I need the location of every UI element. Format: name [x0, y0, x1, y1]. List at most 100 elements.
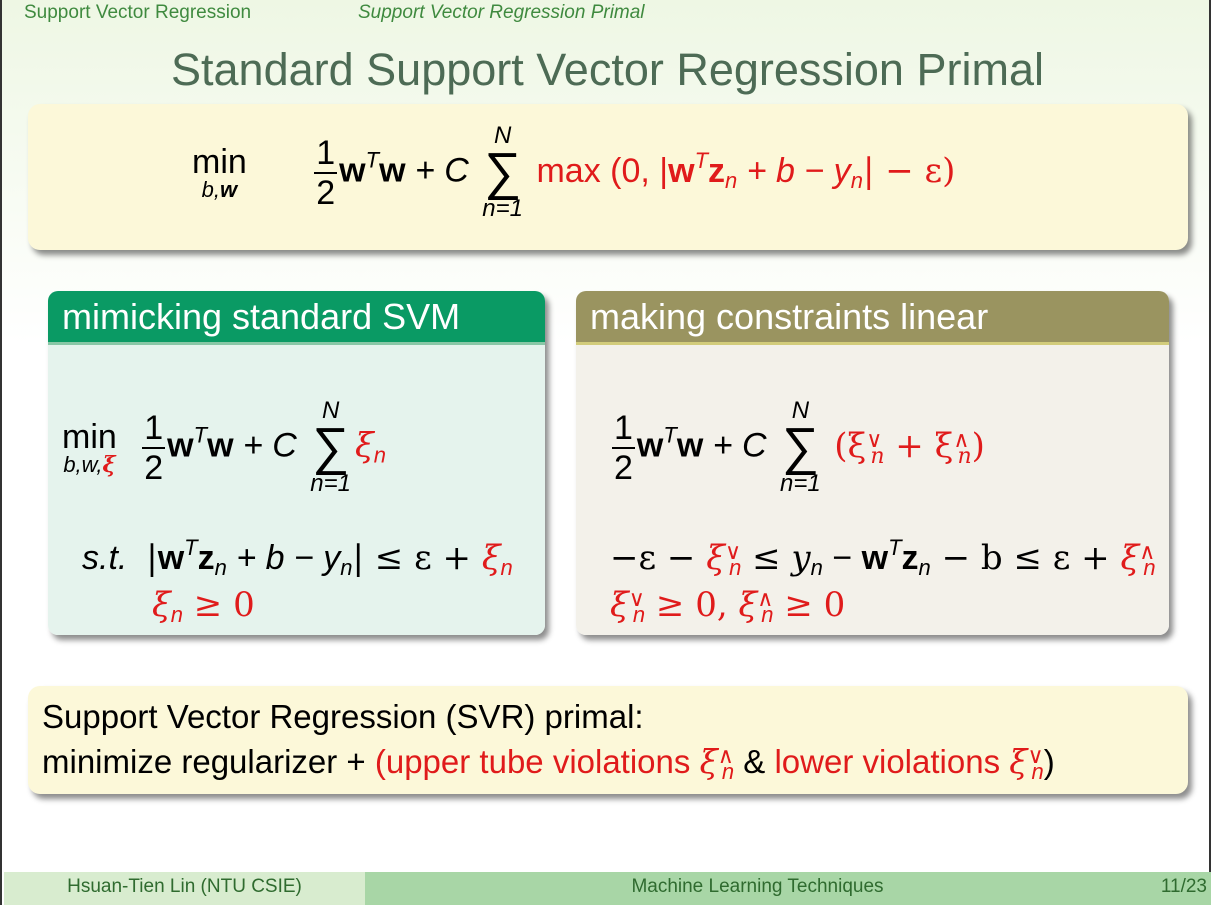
left-constraint-1: s.t. |wTzn + b − yn| ≤ ε + ξn	[82, 535, 513, 581]
left-half-num: 1	[142, 408, 166, 449]
left-c1-xin: n	[500, 555, 513, 580]
right-sum-sign: ∑	[781, 418, 819, 476]
right-sum-bottom: n=1	[780, 470, 821, 498]
right-obj-term: (ξ∨n + ξ∧n)	[834, 425, 985, 469]
left-sum-bottom: n=1	[310, 470, 352, 498]
left-min-sub: b,w,	[63, 451, 103, 477]
right-c2-n1: n	[632, 602, 646, 627]
left-constraint-2: ξn ≥ 0	[152, 585, 255, 628]
max-transpose: T	[694, 147, 709, 173]
right-block-body: 1 2 wTw + C N ∑ n=1 (ξ∨n + ξ∧n) −ε − ξ∨n ≤ y…	[576, 345, 1169, 635]
right-c1c: −	[822, 539, 862, 577]
left-half-den: 2	[144, 448, 164, 487]
max-term: max (0, |wTzn + b − yn| − ε)	[536, 148, 956, 193]
right-c2a: ≥ 0,	[645, 585, 739, 625]
left-xi-n: n	[373, 442, 386, 468]
right-c2-xi1: ξ	[610, 585, 629, 625]
right-objective: 1 2 wTw + C N ∑ n=1 (ξ∨n + ξ∧n)	[610, 399, 985, 496]
nav-section[interactable]: Support Vector Regression	[24, 2, 251, 23]
footer: Hsuan-Tien Lin (NTU CSIE) Machine Learni…	[2, 872, 1211, 905]
summary-2b: (upper tube violations	[374, 743, 700, 780]
summary-box: Support Vector Regression (SVR) primal: …	[28, 686, 1188, 794]
right-w: w	[636, 426, 664, 465]
right-c1-zn: n	[918, 555, 931, 580]
left-c1-n: n	[214, 555, 227, 580]
obj-c: )	[971, 425, 985, 466]
left-w: w	[167, 426, 194, 465]
left-c1-yn: n	[340, 555, 353, 580]
plus-c: + C	[405, 151, 469, 190]
right-half-den: 2	[614, 448, 633, 487]
transpose: T	[365, 147, 380, 173]
right-c1d: − b ≤ ε +	[930, 538, 1121, 578]
right-constraint-2: ξ∨n ≥ 0, ξ∧n ≥ 0	[610, 585, 845, 628]
left-c2-n: n	[170, 602, 183, 627]
max-yn: n	[850, 167, 863, 193]
left-plus-c: + C	[233, 426, 297, 465]
obj-a: (ξ	[834, 425, 867, 466]
right-c2b: ≥ 0	[773, 585, 846, 625]
left-c1-xi: ξ	[481, 538, 501, 578]
right-plus-c: + C	[703, 426, 767, 465]
right-c1-xi2: ξ	[1120, 538, 1140, 578]
right-c1-z: z	[901, 539, 919, 577]
left-block-title: mimicking standard SVM	[48, 291, 545, 345]
right-c1-n1: n	[729, 555, 742, 580]
left-c1c: | ≤ ε +	[352, 538, 482, 578]
max-w: w	[668, 151, 695, 190]
breadcrumb: Support Vector Regression Support Vector…	[24, 2, 645, 24]
main-formula-box: min b,w 1 2 wTw + C N ∑ n=1 max (0, |wTzn + …	[28, 104, 1188, 250]
min-sub: b,	[201, 176, 221, 202]
left-c1-w: w	[157, 539, 185, 577]
summary-line-2: minimize regularizer + (upper tube viola…	[42, 742, 1055, 785]
left-min-xi: ξ	[102, 451, 116, 478]
st-label: s.t.	[82, 539, 128, 577]
half-num: 1	[314, 133, 338, 174]
max-n: n	[725, 167, 738, 193]
footer-author: Hsuan-Tien Lin (NTU CSIE)	[4, 872, 365, 905]
max-body-a: (0, |	[610, 151, 669, 190]
right-t: T	[663, 422, 677, 448]
half-den: 2	[316, 173, 336, 212]
summary-n1: n	[721, 759, 735, 784]
footer-page-number: 11/23	[1150, 872, 1211, 905]
left-objective: min b,w,ξ 1 2 wTw + C N ∑ n=1 ξn	[62, 399, 386, 496]
right-c1-yn: n	[810, 555, 823, 580]
right-c1a: −ε −	[610, 538, 707, 578]
obj-b: + ξ	[884, 425, 954, 466]
right-c1-xi1: ξ	[706, 538, 725, 578]
sum-bottom: n=1	[482, 195, 524, 223]
obj-n1: n	[870, 443, 885, 469]
min-operator: min	[192, 142, 247, 181]
nav-subsection[interactable]: Support Vector Regression Primal	[358, 2, 645, 24]
left-c1a: |	[146, 538, 158, 578]
max-body-b: + b − y	[737, 151, 851, 190]
w-symbol: w	[339, 151, 366, 190]
left-c1-t: T	[184, 535, 198, 560]
right-c2-xi2: ξ	[738, 585, 758, 625]
right-c1-t: T	[888, 535, 902, 560]
left-block-body: min b,w,ξ 1 2 wTw + C N ∑ n=1 ξn s.t. |wTzn +…	[48, 345, 545, 635]
right-block-title: making constraints linear	[576, 291, 1169, 345]
left-t: T	[193, 422, 208, 448]
footer-course: Machine Learning Techniques	[365, 872, 1150, 905]
left-c1-z: z	[197, 539, 215, 577]
summary-2d: lower violations	[774, 743, 1010, 780]
slide-title: Standard Support Vector Regression Prima…	[171, 44, 1044, 95]
min-sub-w: w	[220, 176, 238, 202]
right-w2: w	[676, 426, 704, 465]
left-min: min	[62, 417, 117, 456]
w-symbol: w	[379, 151, 406, 190]
right-c1b: ≤ y	[741, 538, 811, 578]
main-formula: min b,w 1 2 wTw + C N ∑ n=1 max (0, |wTzn + …	[192, 124, 955, 221]
right-c1-n2: n	[1143, 555, 1156, 580]
summary-xi1: ξ	[699, 742, 718, 781]
left-sum-sign: ∑	[312, 418, 350, 476]
obj-n2: n	[957, 443, 972, 469]
sum-sign: ∑	[484, 143, 522, 201]
left-xi: ξ	[355, 425, 374, 466]
right-constraint-1: −ε − ξ∨n ≤ yn − wTzn − b ≤ ε + ξ∧n	[610, 535, 1156, 581]
max-body-c: | − ε)	[862, 150, 956, 191]
summary-2a: minimize regularizer +	[42, 743, 375, 780]
max-z: z	[708, 151, 726, 190]
